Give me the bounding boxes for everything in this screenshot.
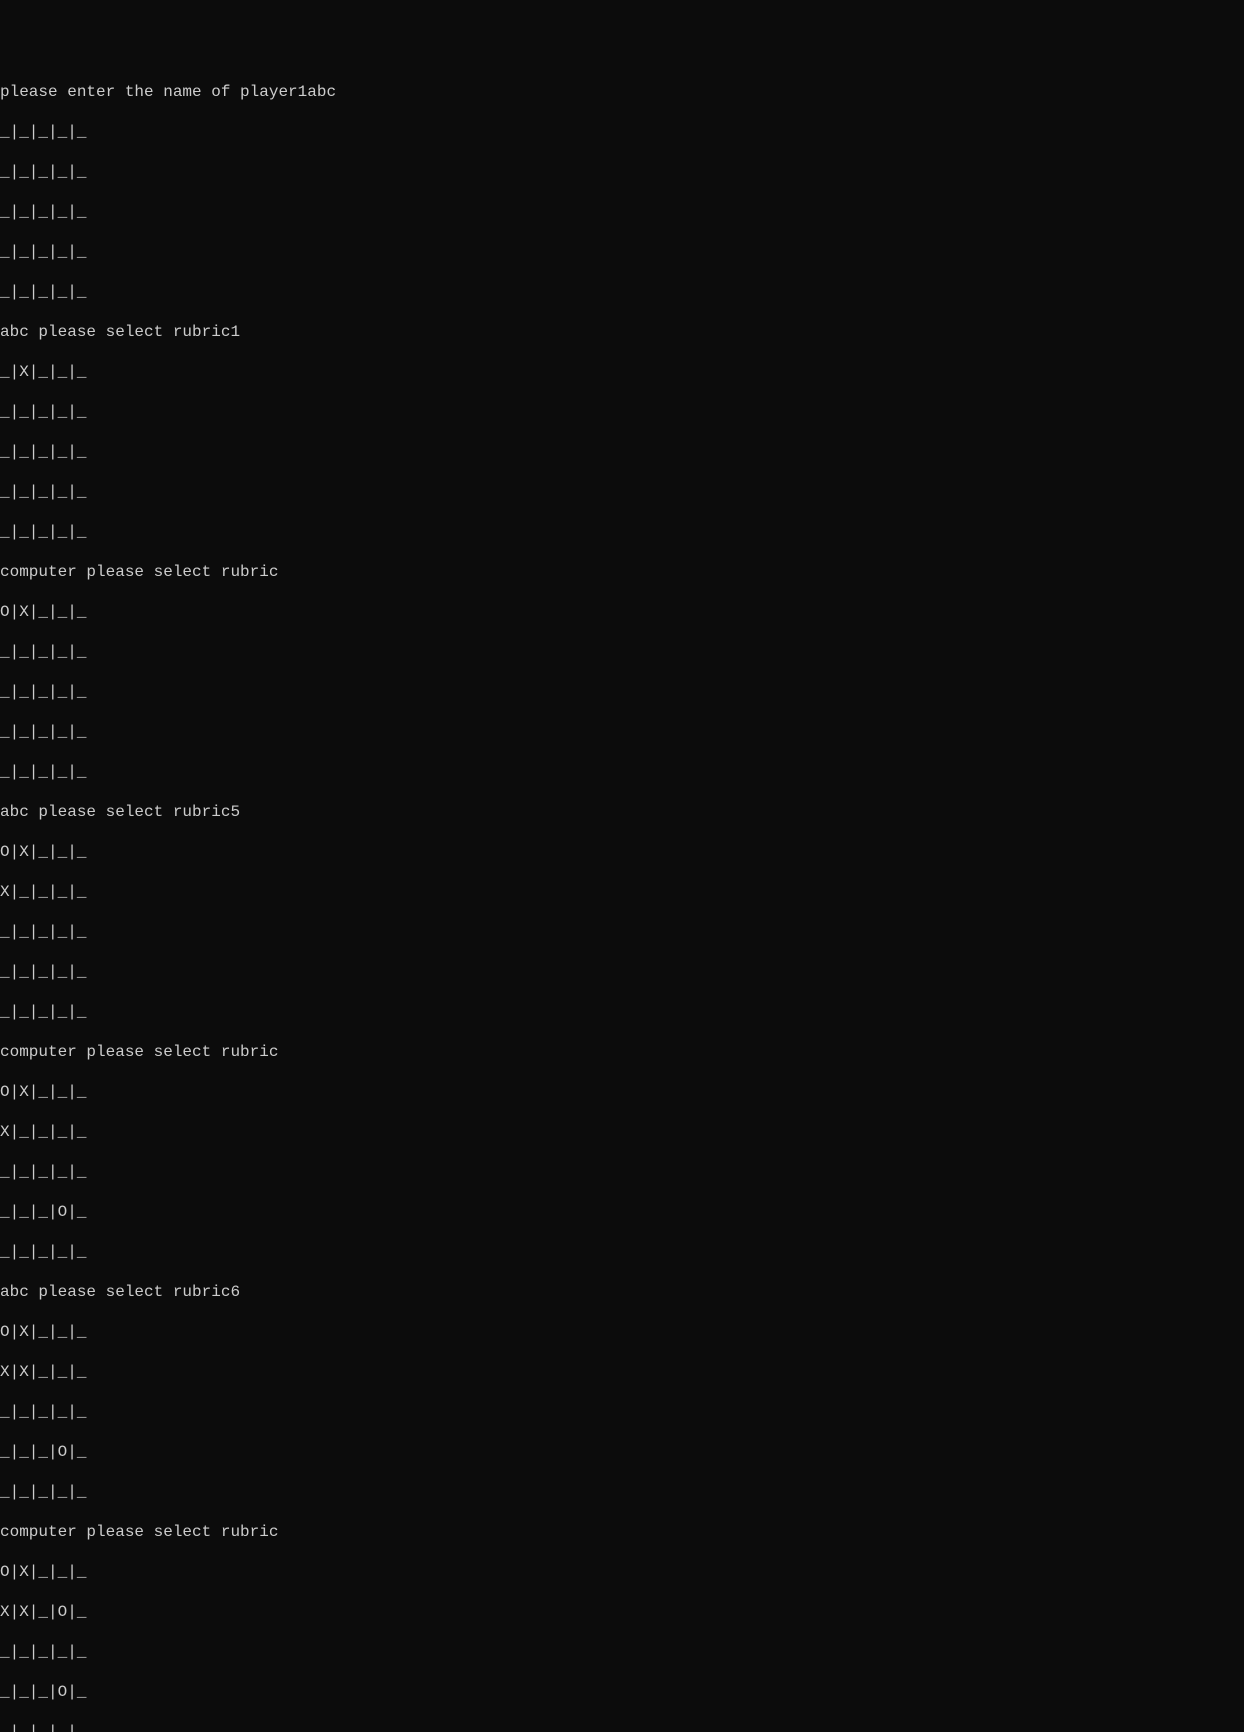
terminal-line: O|X|_|_|_ [0, 602, 1244, 622]
terminal-line: abc please select rubric6 [0, 1282, 1244, 1302]
terminal-line: _|_|_|_|_ [0, 162, 1244, 182]
terminal-line: abc please select rubric1 [0, 322, 1244, 342]
terminal-line: _|_|_|_|_ [0, 722, 1244, 742]
terminal-line: _|_|_|_|_ [0, 682, 1244, 702]
terminal-line: _|_|_|_|_ [0, 1722, 1244, 1732]
terminal-line: computer please select rubric [0, 1042, 1244, 1062]
terminal-line: O|X|_|_|_ [0, 1322, 1244, 1342]
terminal-line: O|X|_|_|_ [0, 1082, 1244, 1102]
terminal-line: _|_|_|_|_ [0, 1162, 1244, 1182]
terminal-line: _|_|_|_|_ [0, 962, 1244, 982]
terminal-line: _|_|_|_|_ [0, 642, 1244, 662]
terminal-line: _|_|_|O|_ [0, 1682, 1244, 1702]
terminal-line: _|X|_|_|_ [0, 362, 1244, 382]
terminal-line: X|_|_|_|_ [0, 1122, 1244, 1142]
terminal-line: _|_|_|_|_ [0, 1402, 1244, 1422]
terminal-line: _|_|_|_|_ [0, 1242, 1244, 1262]
terminal-line: abc please select rubric5 [0, 802, 1244, 822]
terminal-line: please enter the name of player1abc [0, 82, 1244, 102]
terminal-line: _|_|_|_|_ [0, 762, 1244, 782]
terminal-line: O|X|_|_|_ [0, 842, 1244, 862]
terminal-line: computer please select rubric [0, 562, 1244, 582]
terminal-line: X|X|_|_|_ [0, 1362, 1244, 1382]
terminal-line: _|_|_|_|_ [0, 122, 1244, 142]
terminal-line: _|_|_|_|_ [0, 282, 1244, 302]
terminal-line: _|_|_|_|_ [0, 402, 1244, 422]
terminal-line: _|_|_|_|_ [0, 922, 1244, 942]
terminal-line: _|_|_|_|_ [0, 1482, 1244, 1502]
terminal-line: X|X|_|O|_ [0, 1602, 1244, 1622]
terminal-line: _|_|_|_|_ [0, 442, 1244, 462]
terminal-line: _|_|_|_|_ [0, 522, 1244, 542]
terminal-line: O|X|_|_|_ [0, 1562, 1244, 1582]
terminal-line: computer please select rubric [0, 1522, 1244, 1542]
terminal-line: _|_|_|_|_ [0, 1002, 1244, 1022]
terminal-line: _|_|_|_|_ [0, 242, 1244, 262]
terminal-line: _|_|_|_|_ [0, 1642, 1244, 1662]
terminal-line: _|_|_|O|_ [0, 1442, 1244, 1462]
terminal-line: _|_|_|_|_ [0, 202, 1244, 222]
terminal-line: _|_|_|_|_ [0, 482, 1244, 502]
terminal-line: X|_|_|_|_ [0, 882, 1244, 902]
terminal-line: _|_|_|O|_ [0, 1202, 1244, 1222]
